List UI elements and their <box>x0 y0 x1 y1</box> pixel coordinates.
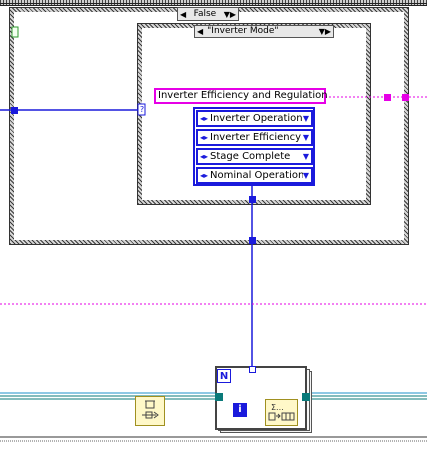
arrow-up-down-icon: ◂▸ <box>200 133 209 142</box>
queue-loop-node-icon: Σ... <box>268 403 295 421</box>
enum-constant-nominal-operation[interactable]: ◂▸ Nominal Operation ▼ <box>196 167 313 184</box>
svg-text:Σ...: Σ... <box>271 403 284 412</box>
loop-tunnel-right <box>302 393 310 401</box>
delete-queue-node-icon <box>142 400 159 419</box>
dropdown-arrow-icon[interactable]: ▼ <box>303 150 309 163</box>
dropdown-arrow-icon[interactable]: ▼ <box>303 112 309 125</box>
loop-count-terminal[interactable]: N <box>217 369 231 383</box>
iteration-terminal: i <box>233 403 247 417</box>
queue-subvi-loop[interactable]: Σ... <box>265 399 298 426</box>
arrow-up-down-icon: ◂▸ <box>200 152 209 161</box>
enum-tunnel-inner-bottom <box>249 196 256 203</box>
queue-subvi-left[interactable] <box>135 396 165 426</box>
enum-constant-inverter-efficiency[interactable]: ◂▸ Inverter Efficiency ▼ <box>196 129 313 146</box>
arrow-up-down-icon: ◂▸ <box>200 171 209 180</box>
enum-constant-inverter-operation[interactable]: ◂▸ Inverter Operation ▼ <box>196 110 313 127</box>
arrow-up-down-icon: ◂▸ <box>200 114 209 123</box>
dropdown-arrow-icon[interactable]: ▼ <box>303 169 309 182</box>
string-constant[interactable]: Inverter Efficiency and Regulation <box>154 88 328 104</box>
enum-tunnel-outer-bottom <box>249 237 256 244</box>
enum-constant-stage-complete[interactable]: ◂▸ Stage Complete ▼ <box>196 148 313 165</box>
loop-tunnel-top <box>249 366 256 373</box>
unknown-tunnel: ? <box>139 105 145 114</box>
loop-tunnel-left <box>215 393 223 401</box>
green-terminal <box>11 26 19 38</box>
string-tunnel-inner <box>384 94 391 101</box>
string-tunnel-outer <box>402 94 409 101</box>
block-diagram-wires <box>0 26 427 442</box>
enum-tunnel-outer-left <box>11 107 18 114</box>
dropdown-arrow-icon[interactable]: ▼ <box>303 131 309 144</box>
